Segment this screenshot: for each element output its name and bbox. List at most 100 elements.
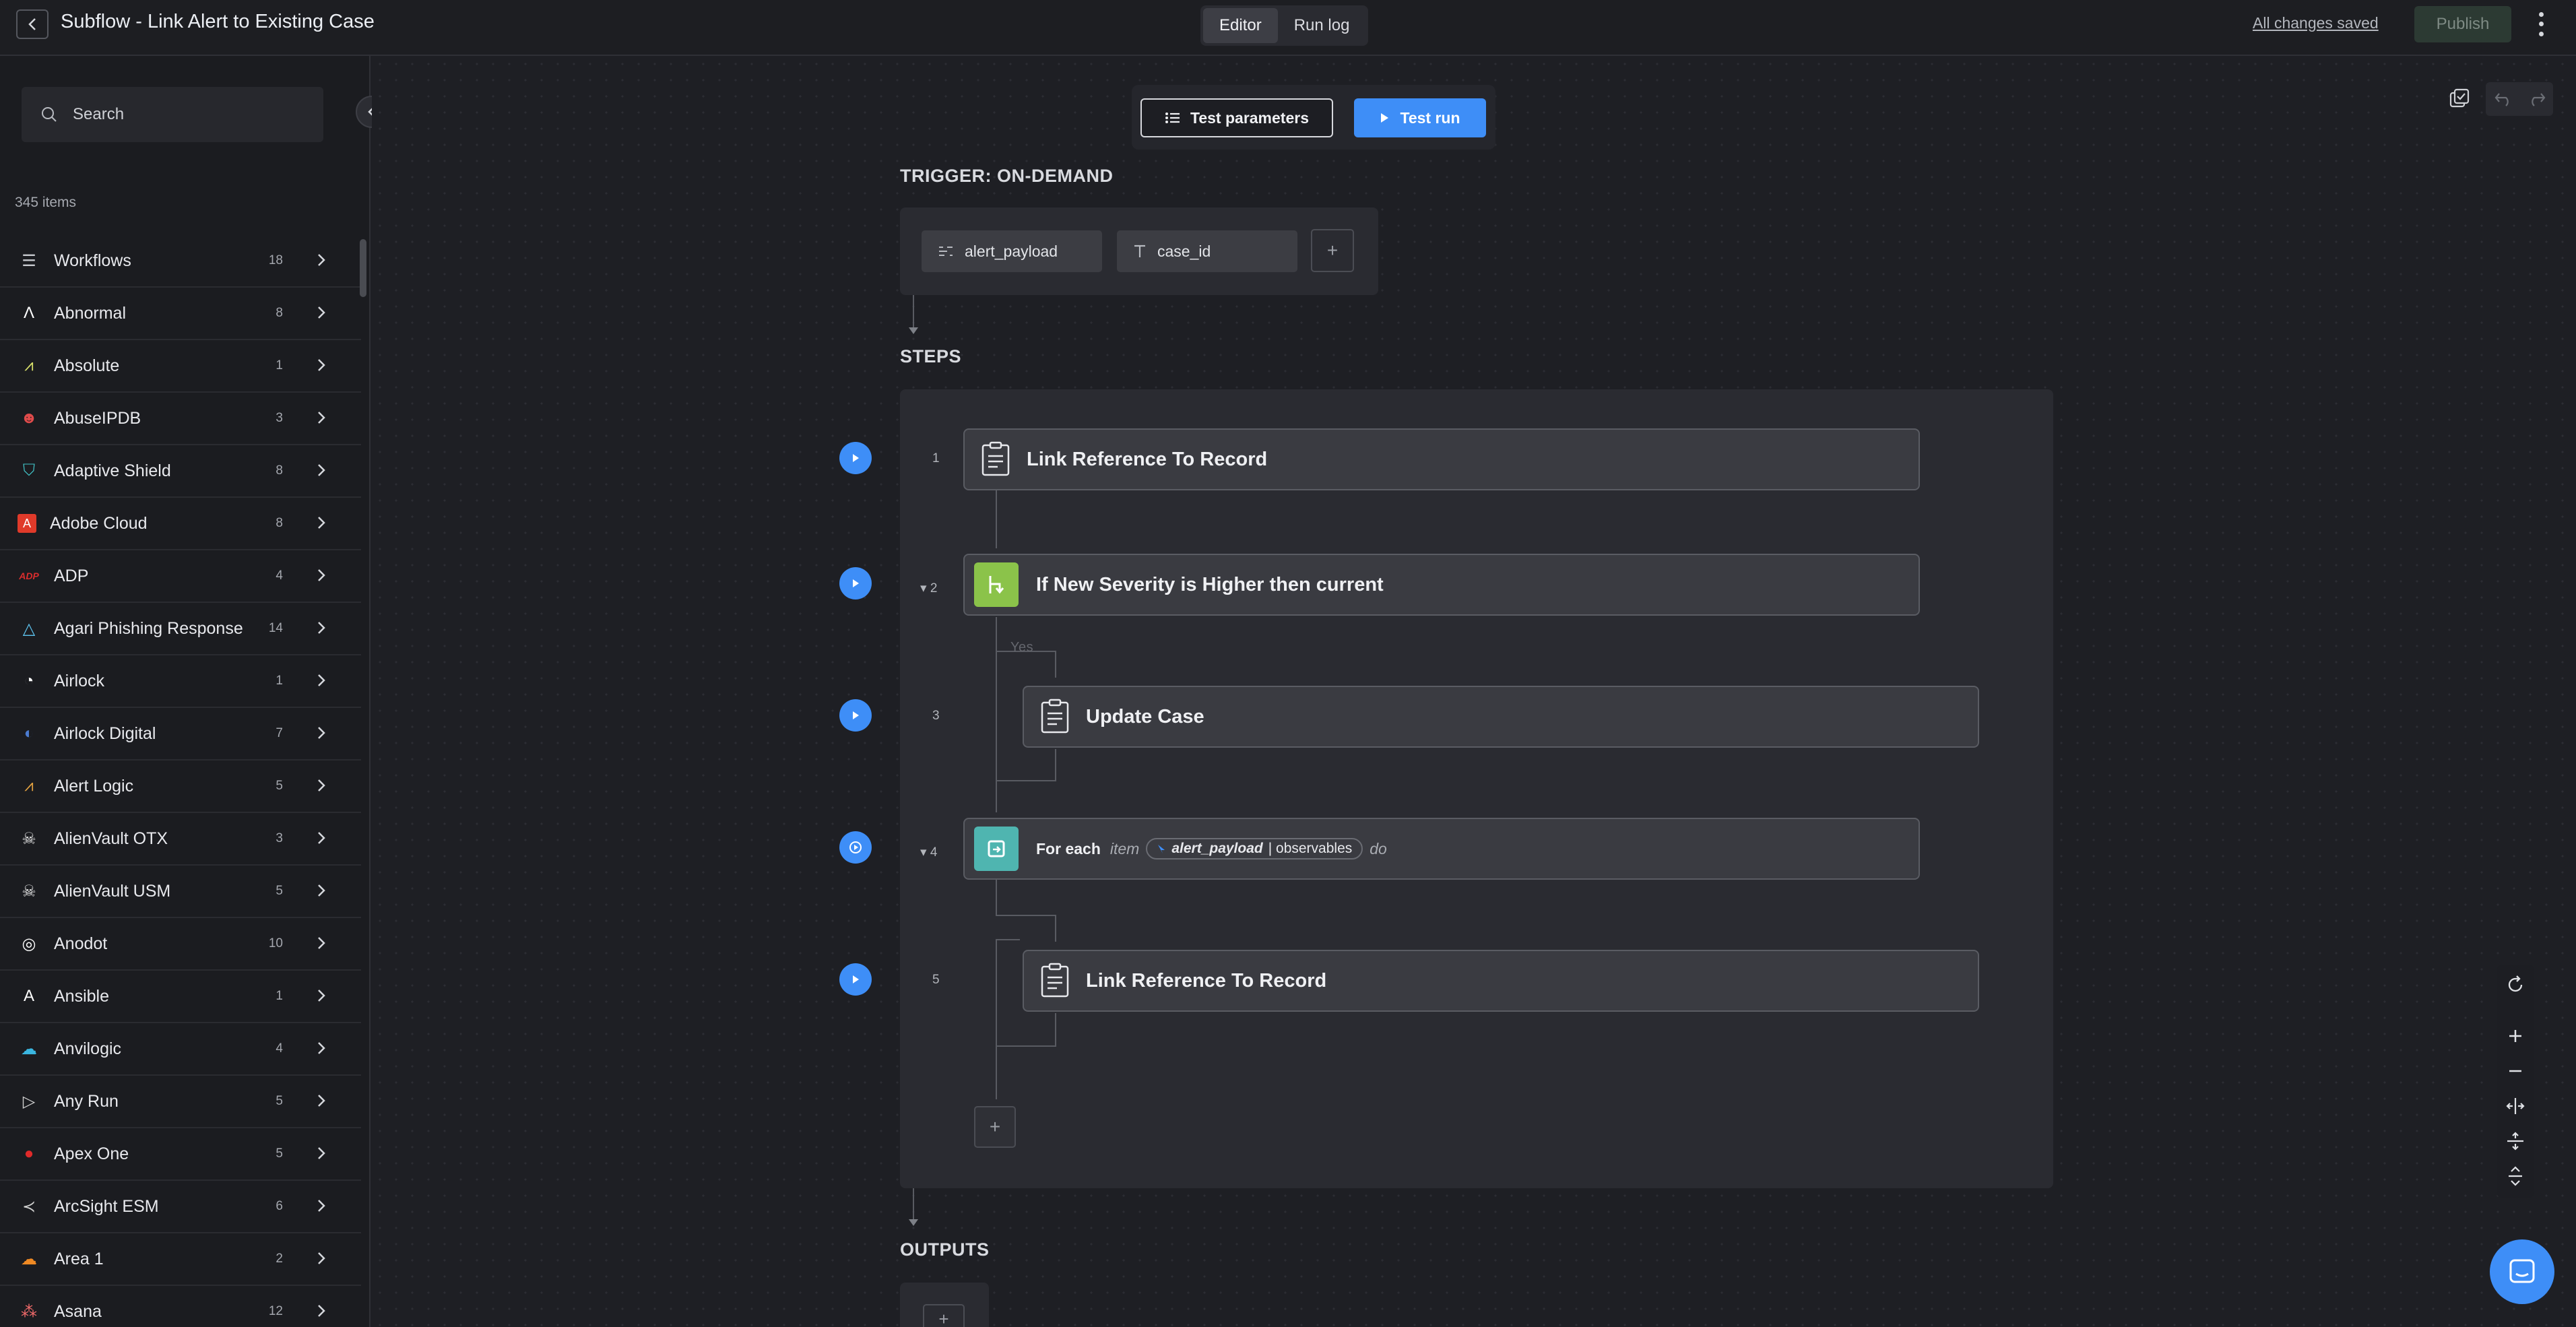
add-output-button[interactable]: + <box>923 1304 965 1327</box>
run-step-4-button[interactable] <box>839 831 872 864</box>
sidebar-item-ansible[interactable]: A Ansible 1 <box>0 971 361 1023</box>
save-status-link[interactable]: All changes saved <box>2253 14 2379 32</box>
tab-editor[interactable]: Editor <box>1203 8 1278 43</box>
undo-icon[interactable] <box>2487 82 2521 116</box>
sidebar-item-anodot[interactable]: ◎ Anodot 10 <box>0 918 361 971</box>
chevron-right-icon[interactable] <box>317 935 326 951</box>
loop-do-label: do <box>1370 839 1387 857</box>
param-alert-payload[interactable]: alert_payload <box>922 230 1102 272</box>
connector <box>1055 915 1056 942</box>
chevron-right-icon[interactable] <box>317 462 326 478</box>
loop-icon <box>974 827 1019 871</box>
tab-run-log[interactable]: Run log <box>1278 8 1366 43</box>
publish-button[interactable]: Publish <box>2414 6 2511 42</box>
chevron-right-icon[interactable] <box>317 672 326 688</box>
chevron-right-icon[interactable] <box>317 1093 326 1109</box>
sidebar-item-count: 1 <box>276 989 283 1003</box>
step-number: ▾ 2 <box>920 581 938 595</box>
validate-icon[interactable] <box>2443 82 2476 116</box>
chevron-right-icon[interactable] <box>317 567 326 583</box>
run-step-1-button[interactable] <box>839 442 872 474</box>
zoom-out-icon[interactable] <box>2499 1055 2532 1087</box>
chevron-right-icon[interactable] <box>317 1250 326 1266</box>
connector <box>996 780 1056 781</box>
sidebar-item-alienvault-usm[interactable]: ☠ AlienVault USM 5 <box>0 866 361 918</box>
sidebar-item-abnormal[interactable]: Λ Abnormal 8 <box>0 288 361 340</box>
sidebar-item-airlock-digital[interactable]: ◐ Airlock Digital 7 <box>0 708 361 760</box>
sidebar-item-count: 18 <box>268 253 283 267</box>
run-step-5-button[interactable] <box>839 963 872 996</box>
loop-source-chip[interactable]: alert_payload | observables <box>1146 838 1363 860</box>
sidebar-item-agari-phishing-response[interactable]: △ Agari Phishing Response 14 <box>0 603 361 655</box>
sidebar-item-arcsight-esm[interactable]: ≺ ArcSight ESM 6 <box>0 1181 361 1233</box>
chevron-right-icon[interactable] <box>317 1303 326 1319</box>
step-number: 5 <box>932 973 940 987</box>
sidebar-item-alert-logic[interactable]: ⩘ Alert Logic 5 <box>0 760 361 813</box>
add-step-button[interactable]: + <box>974 1106 1016 1148</box>
alien-icon: ☠ <box>22 882 36 901</box>
param-case-id[interactable]: case_id <box>1117 230 1297 272</box>
sidebar-item-adp[interactable]: ADP ADP 4 <box>0 550 361 603</box>
zoom-in-icon[interactable] <box>2499 1020 2532 1052</box>
trigger-title: TRIGGER: ON-DEMAND <box>900 166 1114 186</box>
run-step-3-button[interactable] <box>839 699 872 732</box>
test-parameters-button[interactable]: Test parameters <box>1140 98 1333 137</box>
chevron-right-icon[interactable] <box>317 515 326 531</box>
sidebar-scrollbar[interactable] <box>360 239 366 297</box>
chevron-right-icon[interactable] <box>317 357 326 373</box>
test-run-button[interactable]: Test run <box>1354 98 1486 137</box>
chevron-right-icon[interactable] <box>317 252 326 268</box>
sidebar-item-asana[interactable]: ⁂ Asana 12 <box>0 1286 361 1327</box>
chevron-right-icon[interactable] <box>317 725 326 741</box>
anodot-icon: ◎ <box>22 934 36 953</box>
chevron-right-icon[interactable] <box>317 830 326 846</box>
condition-icon <box>974 562 1019 607</box>
fit-width-icon[interactable] <box>2499 1090 2532 1122</box>
chat-support-button[interactable] <box>2490 1239 2554 1304</box>
step-2-card[interactable]: If New Severity is Higher then current <box>963 554 1920 616</box>
sidebar-item-area-1[interactable]: ☁ Area 1 2 <box>0 1233 361 1286</box>
chevron-right-icon[interactable] <box>317 777 326 794</box>
expand-collapse-icon[interactable] <box>2499 1160 2532 1192</box>
sidebar-item-airlock[interactable]: ◔ Airlock 1 <box>0 655 361 708</box>
chevron-right-icon[interactable] <box>317 620 326 636</box>
workflow-title[interactable]: Subflow - Link Alert to Existing Case <box>61 11 375 33</box>
sidebar-item-workflows[interactable]: ☰ Workflows 18 <box>0 235 361 288</box>
sidebar-item-label: Adobe Cloud <box>50 513 148 533</box>
chevron-right-icon[interactable] <box>317 1040 326 1056</box>
chevron-right-icon[interactable] <box>317 410 326 426</box>
sidebar-item-apex-one[interactable]: ● Apex One 5 <box>0 1128 361 1181</box>
anvilogic-icon: ☁ <box>21 1039 37 1058</box>
back-button[interactable] <box>16 9 49 39</box>
fit-height-icon[interactable] <box>2499 1125 2532 1157</box>
run-step-2-button[interactable] <box>839 567 872 600</box>
sidebar-item-adaptive-shield[interactable]: ⛉ Adaptive Shield 8 <box>0 445 361 498</box>
redo-icon[interactable] <box>2519 82 2553 116</box>
test-run-label: Test run <box>1400 108 1460 127</box>
step-3-card[interactable]: Update Case <box>1023 686 1979 748</box>
sidebar-item-alienvault-otx[interactable]: ☠ AlienVault OTX 3 <box>0 813 361 866</box>
chevron-right-icon[interactable] <box>317 882 326 899</box>
sidebar-item-adobe-cloud[interactable]: A Adobe Cloud 8 <box>0 498 361 550</box>
chevron-right-icon[interactable] <box>317 1145 326 1161</box>
sidebar-item-absolute[interactable]: ⩘ Absolute 1 <box>0 340 361 393</box>
sidebar-item-any-run[interactable]: ▷ Any Run 5 <box>0 1076 361 1128</box>
search-input[interactable] <box>73 105 315 124</box>
sidebar-item-anvilogic[interactable]: ☁ Anvilogic 4 <box>0 1023 361 1076</box>
sidebar-item-count: 5 <box>276 884 283 898</box>
more-options-icon[interactable] <box>2533 9 2549 39</box>
sidebar-item-count: 8 <box>276 306 283 320</box>
reset-view-icon[interactable] <box>2499 969 2532 1001</box>
sidebar-item-abuseipdb[interactable]: ☻ AbuseIPDB 3 <box>0 393 361 445</box>
chevron-right-icon[interactable] <box>317 988 326 1004</box>
chevron-right-icon[interactable] <box>317 1198 326 1214</box>
chevron-right-icon[interactable] <box>317 304 326 321</box>
step-1-card[interactable]: Link Reference To Record <box>963 428 1920 490</box>
connector <box>996 1045 1056 1047</box>
sidebar-item-count: 10 <box>268 936 283 950</box>
step-4-card[interactable]: For each item alert_payload | observable… <box>963 818 1920 880</box>
step-5-card[interactable]: Link Reference To Record <box>1023 950 1979 1012</box>
sidebar-item-label: Airlock Digital <box>54 723 156 743</box>
add-param-button[interactable]: + <box>1311 229 1354 272</box>
sidebar-item-label: ArcSight ESM <box>54 1196 159 1216</box>
